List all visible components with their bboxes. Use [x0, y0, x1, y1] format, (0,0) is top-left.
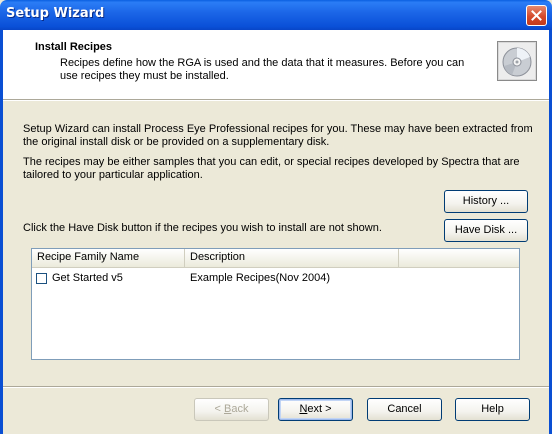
have-disk-button[interactable]: Have Disk ... [444, 219, 528, 242]
recipe-list-header: Recipe Family Name Description [32, 249, 519, 268]
wizard-header: Install Recipes Recipes define how the R… [3, 30, 549, 99]
back-label: ack [231, 403, 249, 415]
close-button[interactable] [526, 5, 547, 26]
header-separator [3, 99, 549, 101]
back-prefix: < [214, 403, 224, 415]
history-button[interactable]: History ... [444, 190, 528, 213]
help-button[interactable]: Help [455, 398, 530, 421]
footer-separator [3, 386, 549, 388]
recipe-checkbox[interactable] [36, 273, 47, 284]
window-title: Setup Wizard [6, 6, 105, 21]
column-header-recipe-family-name[interactable]: Recipe Family Name [32, 249, 185, 267]
page-title: Install Recipes [35, 41, 113, 53]
close-x-icon [531, 10, 542, 21]
page-description: Recipes define how the RGA is used and t… [60, 57, 465, 82]
recipe-description: Example Recipes(Nov 2004) [190, 272, 331, 284]
column-header-filler [399, 249, 519, 267]
recipe-name: Get Started v5 [52, 272, 123, 284]
recipes-paragraph: The recipes may be either samples that y… [23, 156, 520, 181]
cd-disc-icon [497, 41, 537, 81]
intro-paragraph: Setup Wizard can install Process Eye Pro… [23, 123, 533, 148]
title-bar[interactable]: Setup Wizard [0, 0, 552, 30]
back-button[interactable]: < Back [194, 398, 269, 421]
next-button[interactable]: Next > [278, 398, 353, 421]
have-disk-instructions: Click the Have Disk button if the recipe… [23, 222, 382, 234]
recipe-list[interactable]: Recipe Family Name Description Get Start… [31, 248, 520, 360]
next-label: ext > [307, 403, 332, 415]
column-header-description[interactable]: Description [185, 249, 399, 267]
cancel-button[interactable]: Cancel [367, 398, 442, 421]
table-row[interactable]: Get Started v5 Example Recipes(Nov 2004) [32, 270, 519, 287]
